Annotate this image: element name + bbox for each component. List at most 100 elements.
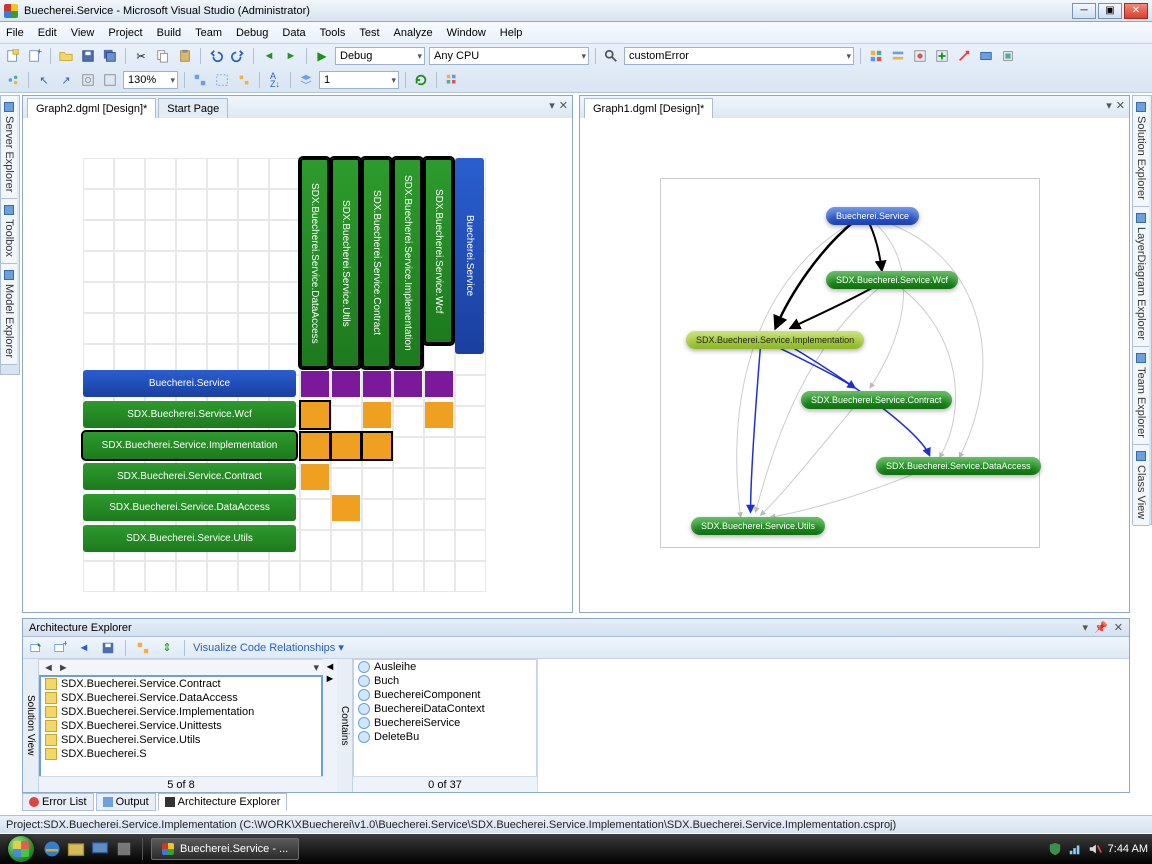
tool2-button[interactable] [889,47,907,65]
archex-col2-item[interactable]: BuechereiService [354,716,536,730]
doc-close-icon[interactable]: ✕ [1116,99,1125,112]
matrix-row-3[interactable]: SDX.Buecherei.Service.Contract [83,463,296,490]
tab-graph2[interactable]: Graph2.dgml [Design]* [27,98,156,118]
menu-window[interactable]: Window [447,27,486,39]
tool3-button[interactable] [911,47,929,65]
archex-col1-item[interactable]: SDX.Buecherei.Service.Utils [41,733,321,747]
matrix-row-0[interactable]: Buecherei.Service [83,370,296,397]
matrix-cell[interactable] [363,402,391,428]
matrix-cell[interactable] [332,495,360,521]
tray-shield-icon[interactable] [1048,842,1062,856]
matrix-row-5[interactable]: SDX.Buecherei.Service.Utils [83,525,296,552]
archex-col2-item[interactable]: DeleteBu [354,730,536,744]
copy-button[interactable] [154,47,172,65]
maximize-button[interactable]: ▣ [1098,3,1122,19]
archex-col2-item[interactable]: BuechereiDataContext [354,702,536,716]
menu-tools[interactable]: Tools [320,27,346,39]
matrix-cell[interactable] [301,371,329,397]
nav-fwd-button[interactable]: ► [282,47,300,65]
node-utils[interactable]: SDX.Buecherei.Service.Utils [691,517,825,535]
matrix-cell[interactable] [363,371,391,397]
redo-button[interactable] [229,47,247,65]
node-root[interactable]: Buecherei.Service [826,207,919,225]
toolbox-tab[interactable]: Toolbox [1,199,17,264]
archex-dropdown-icon[interactable]: ▾ [1083,621,1089,634]
sel-mode1[interactable] [191,71,209,89]
tab-arch-explorer[interactable]: Architecture Explorer [158,793,288,811]
tool7-button[interactable] [999,47,1017,65]
menu-project[interactable]: Project [108,27,142,39]
col1-nav-left[interactable]: ◄ [43,662,54,674]
sel-mode2[interactable] [213,71,231,89]
taskbar-app-button[interactable]: Buecherei.Service - ... [151,838,299,860]
matrix-cell[interactable] [394,371,422,397]
close-button[interactable]: ✕ [1124,3,1148,19]
tray-clock[interactable]: 7:44 AM [1108,843,1148,855]
model-explorer-tab[interactable]: Model Explorer [1,264,17,365]
tab-error-list[interactable]: Error List [22,793,94,811]
node-impl[interactable]: SDX.Buecherei.Service.Implementation [686,331,864,349]
tool1-button[interactable] [867,47,885,65]
matrix-row-2[interactable]: SDX.Buecherei.Service.Implementation [83,432,296,459]
sort-az-button[interactable]: AZ↓ [266,71,284,89]
zoom-fit-button[interactable] [79,71,97,89]
tab-output[interactable]: Output [96,793,156,811]
matrix-col-0[interactable]: SDX.Buecherei.Service.DataAccess [300,158,329,368]
tray-volume-icon[interactable] [1088,842,1102,856]
col-gap-nav-left[interactable]: ◄ [325,661,336,673]
app-icon[interactable] [114,839,134,859]
arrow-ne-icon[interactable]: ↗ [57,71,75,89]
start-debug-button[interactable]: ▶ [313,47,331,65]
matrix-cell[interactable] [425,402,453,428]
platform-combo[interactable]: Any CPU [429,47,589,65]
archex-expand-icon[interactable]: ⇕ [158,639,176,657]
archex-col2-item[interactable]: Ausleihe [354,660,536,674]
tool5-button[interactable] [955,47,973,65]
matrix-cell[interactable] [301,402,329,428]
open-button[interactable] [57,47,75,65]
menu-team[interactable]: Team [195,27,222,39]
tab-start-page[interactable]: Start Page [158,98,228,118]
cut-button[interactable]: ✂ [132,47,150,65]
menu-edit[interactable]: Edit [38,27,57,39]
archex-col2-tab[interactable]: Contains [337,659,353,792]
col1-nav-dd[interactable]: ▾ [313,661,319,674]
archex-col1-tab[interactable]: Solution View [23,659,39,792]
new-project-button[interactable] [4,47,22,65]
menu-build[interactable]: Build [157,27,181,39]
tool4-button[interactable] [933,47,951,65]
layout-btn1[interactable] [4,71,22,89]
refresh-icon[interactable] [412,71,430,89]
archex-col2-item[interactable]: BuechereiComponent [354,688,536,702]
archex-col2-item[interactable]: Buch [354,674,536,688]
stepper-combo[interactable]: 1 [319,71,399,89]
matrix-cell[interactable] [301,433,329,459]
menu-file[interactable]: File [6,27,24,39]
menu-data[interactable]: Data [282,27,305,39]
menu-test[interactable]: Test [359,27,379,39]
undo-button[interactable] [207,47,225,65]
find-icon[interactable] [602,47,620,65]
matrix-col-4[interactable]: SDX.Buecherei.Service.Wcf [424,158,453,344]
layerdiagram-explorer-tab[interactable]: LayerDiagram Explorer [1133,207,1149,347]
team-explorer-tab[interactable]: Team Explorer [1133,347,1149,445]
archex-col1-item[interactable]: SDX.Buecherei.Service.Unittests [41,719,321,733]
matrix-cell[interactable] [301,464,329,490]
nav-back-button[interactable]: ◄ [260,47,278,65]
layers-button[interactable] [297,71,315,89]
save-button[interactable] [79,47,97,65]
zoom-100-button[interactable] [101,71,119,89]
archex-save-icon[interactable] [99,639,117,657]
explorer-icon[interactable] [66,839,86,859]
grid-icon[interactable] [443,71,461,89]
menu-debug[interactable]: Debug [236,27,268,39]
archex-close-icon[interactable]: ✕ [1114,621,1123,634]
tab-graph1[interactable]: Graph1.dgml [Design]* [584,98,713,118]
matrix-cell[interactable] [332,371,360,397]
minimize-button[interactable]: ─ [1072,3,1096,19]
start-button[interactable] [4,834,38,864]
class-view-tab[interactable]: Class View [1133,445,1149,526]
matrix-cell[interactable] [425,371,453,397]
doc-close-icon[interactable]: ✕ [559,99,568,112]
graph1-canvas[interactable]: Buecherei.Service SDX.Buecherei.Service.… [580,118,1129,612]
